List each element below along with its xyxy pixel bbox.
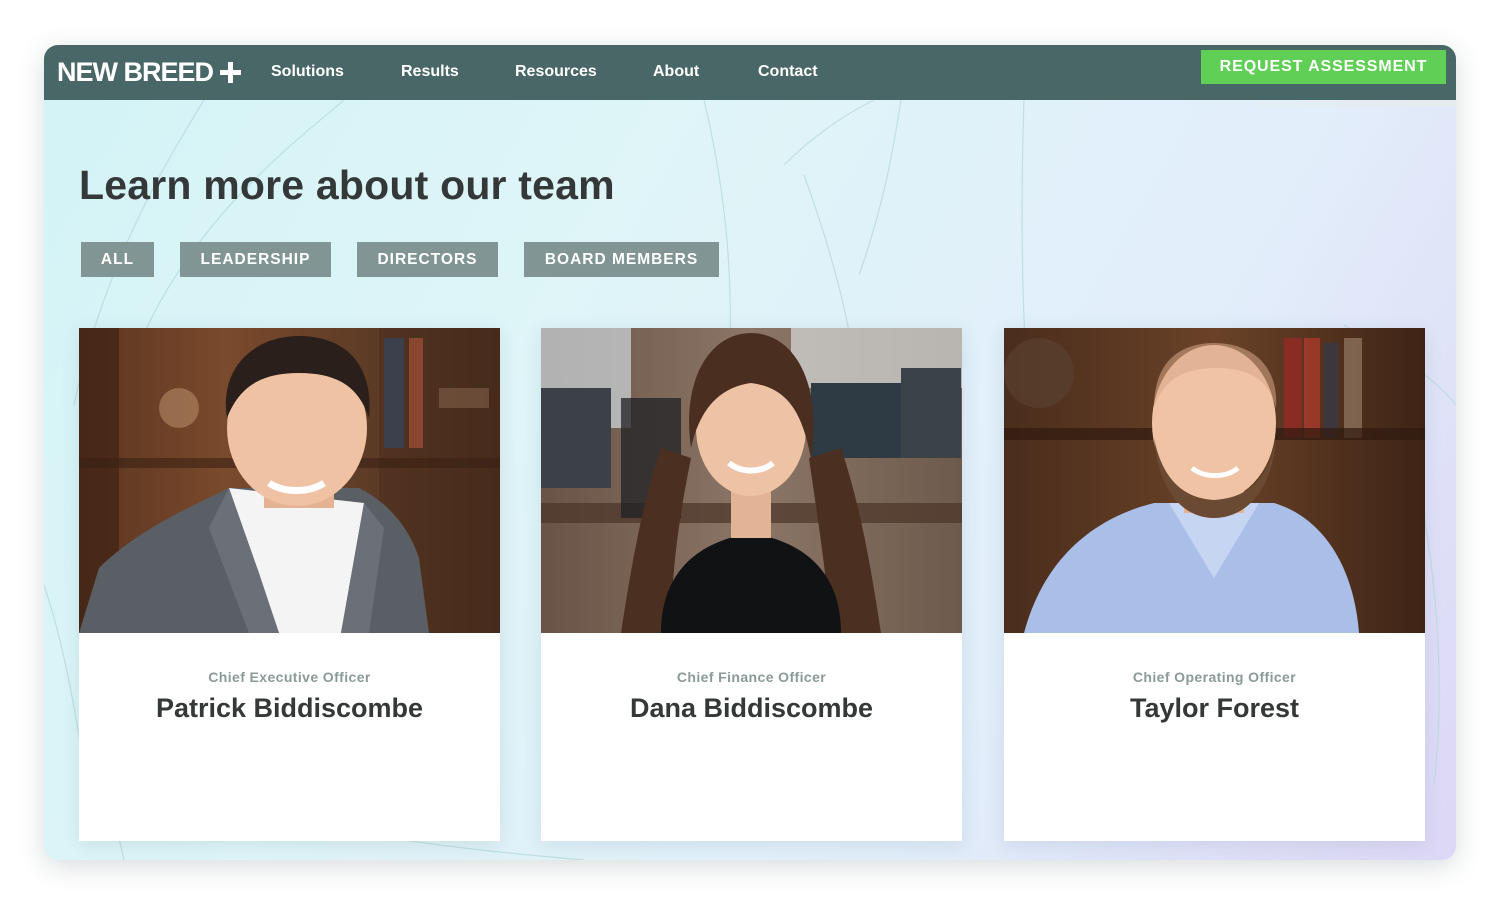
team-member-name: Taylor Forest [1129,693,1300,723]
filter-directors-button[interactable]: DIRECTORS [357,242,498,277]
team-member-name: Patrick Biddiscombe [155,693,424,723]
nav-link-resources[interactable]: Resources [515,58,597,86]
logo-wordmark: NEW BREED [57,56,214,87]
nav-link-results[interactable]: Results [401,58,459,86]
nav-link-contact[interactable]: Contact [758,58,818,86]
team-member-photo [541,328,962,633]
request-assessment-button[interactable]: REQUEST ASSESSMENT [1201,50,1446,84]
filter-leadership-button[interactable]: LEADERSHIP [180,242,331,277]
team-member-role: Chief Finance Officer [676,669,827,685]
filter-all-button[interactable]: ALL [81,242,154,277]
page-title: Learn more about our team [79,162,615,208]
nav-bottom-highlight [1194,100,1456,107]
team-member-role: Chief Executive Officer [208,669,371,685]
top-navigation: NEW BREED Solutions Results Resources Ab… [44,45,1456,100]
browser-frame: NEW BREED Solutions Results Resources Ab… [44,45,1456,860]
team-member-role: Chief Operating Officer [1132,669,1297,685]
new-breed-logo[interactable]: NEW BREED [57,52,242,92]
team-member-name: Dana Biddiscombe [629,693,874,723]
nav-link-solutions[interactable]: Solutions [271,58,344,86]
filter-board-members-button[interactable]: BOARD MEMBERS [524,242,719,277]
team-member-card[interactable]: Chief Operating Officer Taylor Forest [1004,328,1425,841]
team-member-photo [1004,328,1425,633]
team-member-photo [79,328,500,633]
plus-icon [220,61,242,83]
nav-link-about[interactable]: About [653,58,699,86]
team-member-card[interactable]: Chief Finance Officer Dana Biddiscombe [541,328,962,841]
team-member-card[interactable]: Chief Executive Officer Patrick Biddisco… [79,328,500,841]
